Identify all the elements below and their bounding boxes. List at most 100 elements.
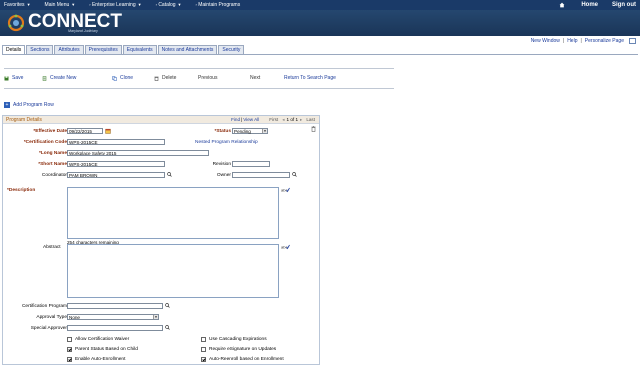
trash-icon [154, 76, 159, 81]
brand-banner: CONNECT Maryland Judiciary [0, 10, 640, 36]
last-link[interactable]: Last [306, 117, 315, 123]
nested-program-relationship-link[interactable]: Nested Program Relationship [195, 140, 258, 145]
short-name-label: *Short Name [38, 162, 67, 167]
special-approver-input[interactable] [67, 325, 163, 331]
breadcrumb-enterprise-learning[interactable]: › Enterprise Learning ▼ [89, 2, 141, 8]
owner-label: Owner [216, 173, 231, 178]
long-name-label: *Long Name [39, 151, 67, 156]
section-title: Program Details [6, 117, 42, 123]
require-esignature-label: Require eSignature on Updates [209, 347, 277, 352]
tab-attributes[interactable]: Attributes [54, 45, 84, 54]
create-new-button[interactable]: Create New [42, 75, 76, 81]
new-document-icon [42, 75, 47, 81]
description-label: *Description [7, 188, 36, 193]
nav-main-menu[interactable]: Main Menu ▼ [45, 2, 76, 8]
effective-date-input[interactable]: 09/22/2015 [67, 128, 103, 134]
home-icon [559, 2, 565, 8]
tab-security[interactable]: Security [218, 45, 245, 54]
personalize-page-link[interactable]: Personalize Page [585, 38, 624, 44]
save-button[interactable]: Save [4, 75, 23, 81]
separator: | [241, 117, 243, 122]
pager-text: 1 of 1 [286, 117, 299, 122]
nav-favorites[interactable]: Favorites ▼ [4, 2, 31, 8]
tab-sections[interactable]: Sections [26, 45, 54, 54]
next-arrow-icon[interactable]: ▸ [300, 117, 302, 123]
program-details-section: Program Details Find | View All First ◂ … [2, 115, 320, 365]
approval-type-label: Approval Type [36, 315, 67, 320]
delete-row-icon[interactable] [311, 126, 316, 132]
require-esignature-checkbox[interactable] [201, 347, 206, 352]
status-select[interactable]: Pending ▼ [232, 128, 268, 134]
prev-arrow-icon[interactable]: ◂ [282, 117, 284, 123]
tab-prerequisites[interactable]: Prerequisites [84, 45, 122, 54]
certification-program-input[interactable] [67, 303, 163, 309]
short-name-input[interactable]: WPS-2015CE [67, 161, 165, 167]
allow-certification-waiver-label: Allow Certification Waiver [75, 337, 130, 342]
coordinator-label: Coordinator [41, 173, 67, 178]
sign-out-link[interactable]: Sign out [612, 2, 636, 8]
status-label: *Status [214, 129, 231, 134]
section-nav: Find | View All First ◂ 1 of 1 ▸ Last [227, 117, 315, 123]
description-textarea[interactable] [67, 187, 279, 239]
breadcrumb-catalog[interactable]: › Catalog ▼ [156, 2, 182, 8]
home-link[interactable]: Home [559, 2, 598, 8]
first-link[interactable]: First [269, 117, 278, 123]
chevron-down-icon: ▼ [137, 2, 142, 7]
spell-check-icon[interactable]: abc [281, 187, 290, 193]
add-program-row-link[interactable]: + Add Program Row [4, 102, 54, 108]
spell-check-icon[interactable]: abc [281, 244, 290, 250]
abstract-label: Abstract [43, 245, 61, 250]
special-approver-label: Special Approver [30, 326, 67, 331]
new-window-link[interactable]: New Window [531, 38, 560, 44]
breadcrumb-maintain-programs[interactable]: › Maintain Programs [196, 2, 241, 8]
chevron-down-icon: ▼ [26, 2, 31, 7]
clone-button[interactable]: Clone [112, 75, 133, 81]
personalize-window-icon[interactable] [629, 38, 636, 44]
next-button[interactable]: Next [250, 75, 260, 81]
brand-subtitle: Maryland Judiciary [68, 29, 98, 33]
revision-input[interactable] [232, 161, 270, 167]
tab-details[interactable]: Details [2, 45, 26, 54]
divider [4, 88, 394, 89]
parent-status-based-on-child-checkbox[interactable] [67, 347, 72, 352]
top-nav-bar: Favorites ▼ Main Menu ▼ › Enterprise Learn… [0, 0, 640, 10]
tab-notes-attachments[interactable]: Notes and Attachments [157, 45, 218, 54]
use-cascading-expirations-checkbox[interactable] [201, 337, 206, 342]
tab-divider [2, 54, 638, 55]
certification-program-label: Certification Program [21, 304, 67, 309]
delete-button[interactable]: Delete [154, 75, 176, 81]
long-name-input[interactable]: Workplace Safety 2015 [67, 150, 209, 156]
abstract-textarea[interactable] [67, 244, 279, 298]
search-icon[interactable] [165, 303, 170, 308]
help-link[interactable]: Help [567, 38, 577, 44]
effective-date-label: *Effective Date [33, 129, 67, 134]
tab-equivalents[interactable]: Equivalents [122, 45, 157, 54]
return-to-search-link[interactable]: Return To Search Page [284, 75, 336, 81]
save-icon [4, 76, 9, 80]
separator: | [580, 38, 582, 44]
svg-text:abc: abc [281, 188, 287, 193]
page-tabs: Details Sections Attributes Prerequisite… [2, 45, 245, 54]
coordinator-input[interactable]: PAM BROWN [67, 172, 165, 178]
calendar-icon[interactable] [105, 128, 111, 134]
search-icon[interactable] [167, 172, 172, 177]
approval-type-select[interactable]: None ▼ [67, 314, 159, 320]
search-icon[interactable] [165, 325, 170, 330]
separator: | [562, 38, 565, 44]
use-cascading-expirations-label: Use Cascading Expirations [209, 337, 267, 342]
action-toolbar: Save Create New Clone Delete Previous Ne… [4, 74, 394, 84]
previous-button[interactable]: Previous [198, 75, 217, 81]
search-icon[interactable] [292, 172, 297, 177]
allow-certification-waiver-checkbox[interactable] [67, 337, 72, 342]
certification-code-input[interactable]: WPS-2015CE [67, 139, 165, 145]
revision-label: Revision [212, 162, 231, 167]
view-all-link[interactable]: View All [243, 117, 259, 123]
chevron-down-icon: ▼ [177, 2, 182, 7]
chevron-down-icon: ▼ [153, 315, 158, 319]
owner-input[interactable] [232, 172, 290, 178]
parent-status-based-on-child-label: Parent Status Based on Child [75, 347, 138, 352]
find-link[interactable]: Find [231, 117, 240, 123]
connect-logo-icon [7, 14, 25, 32]
plus-icon: + [4, 102, 10, 108]
certification-code-label: *Certification Code [23, 140, 67, 145]
